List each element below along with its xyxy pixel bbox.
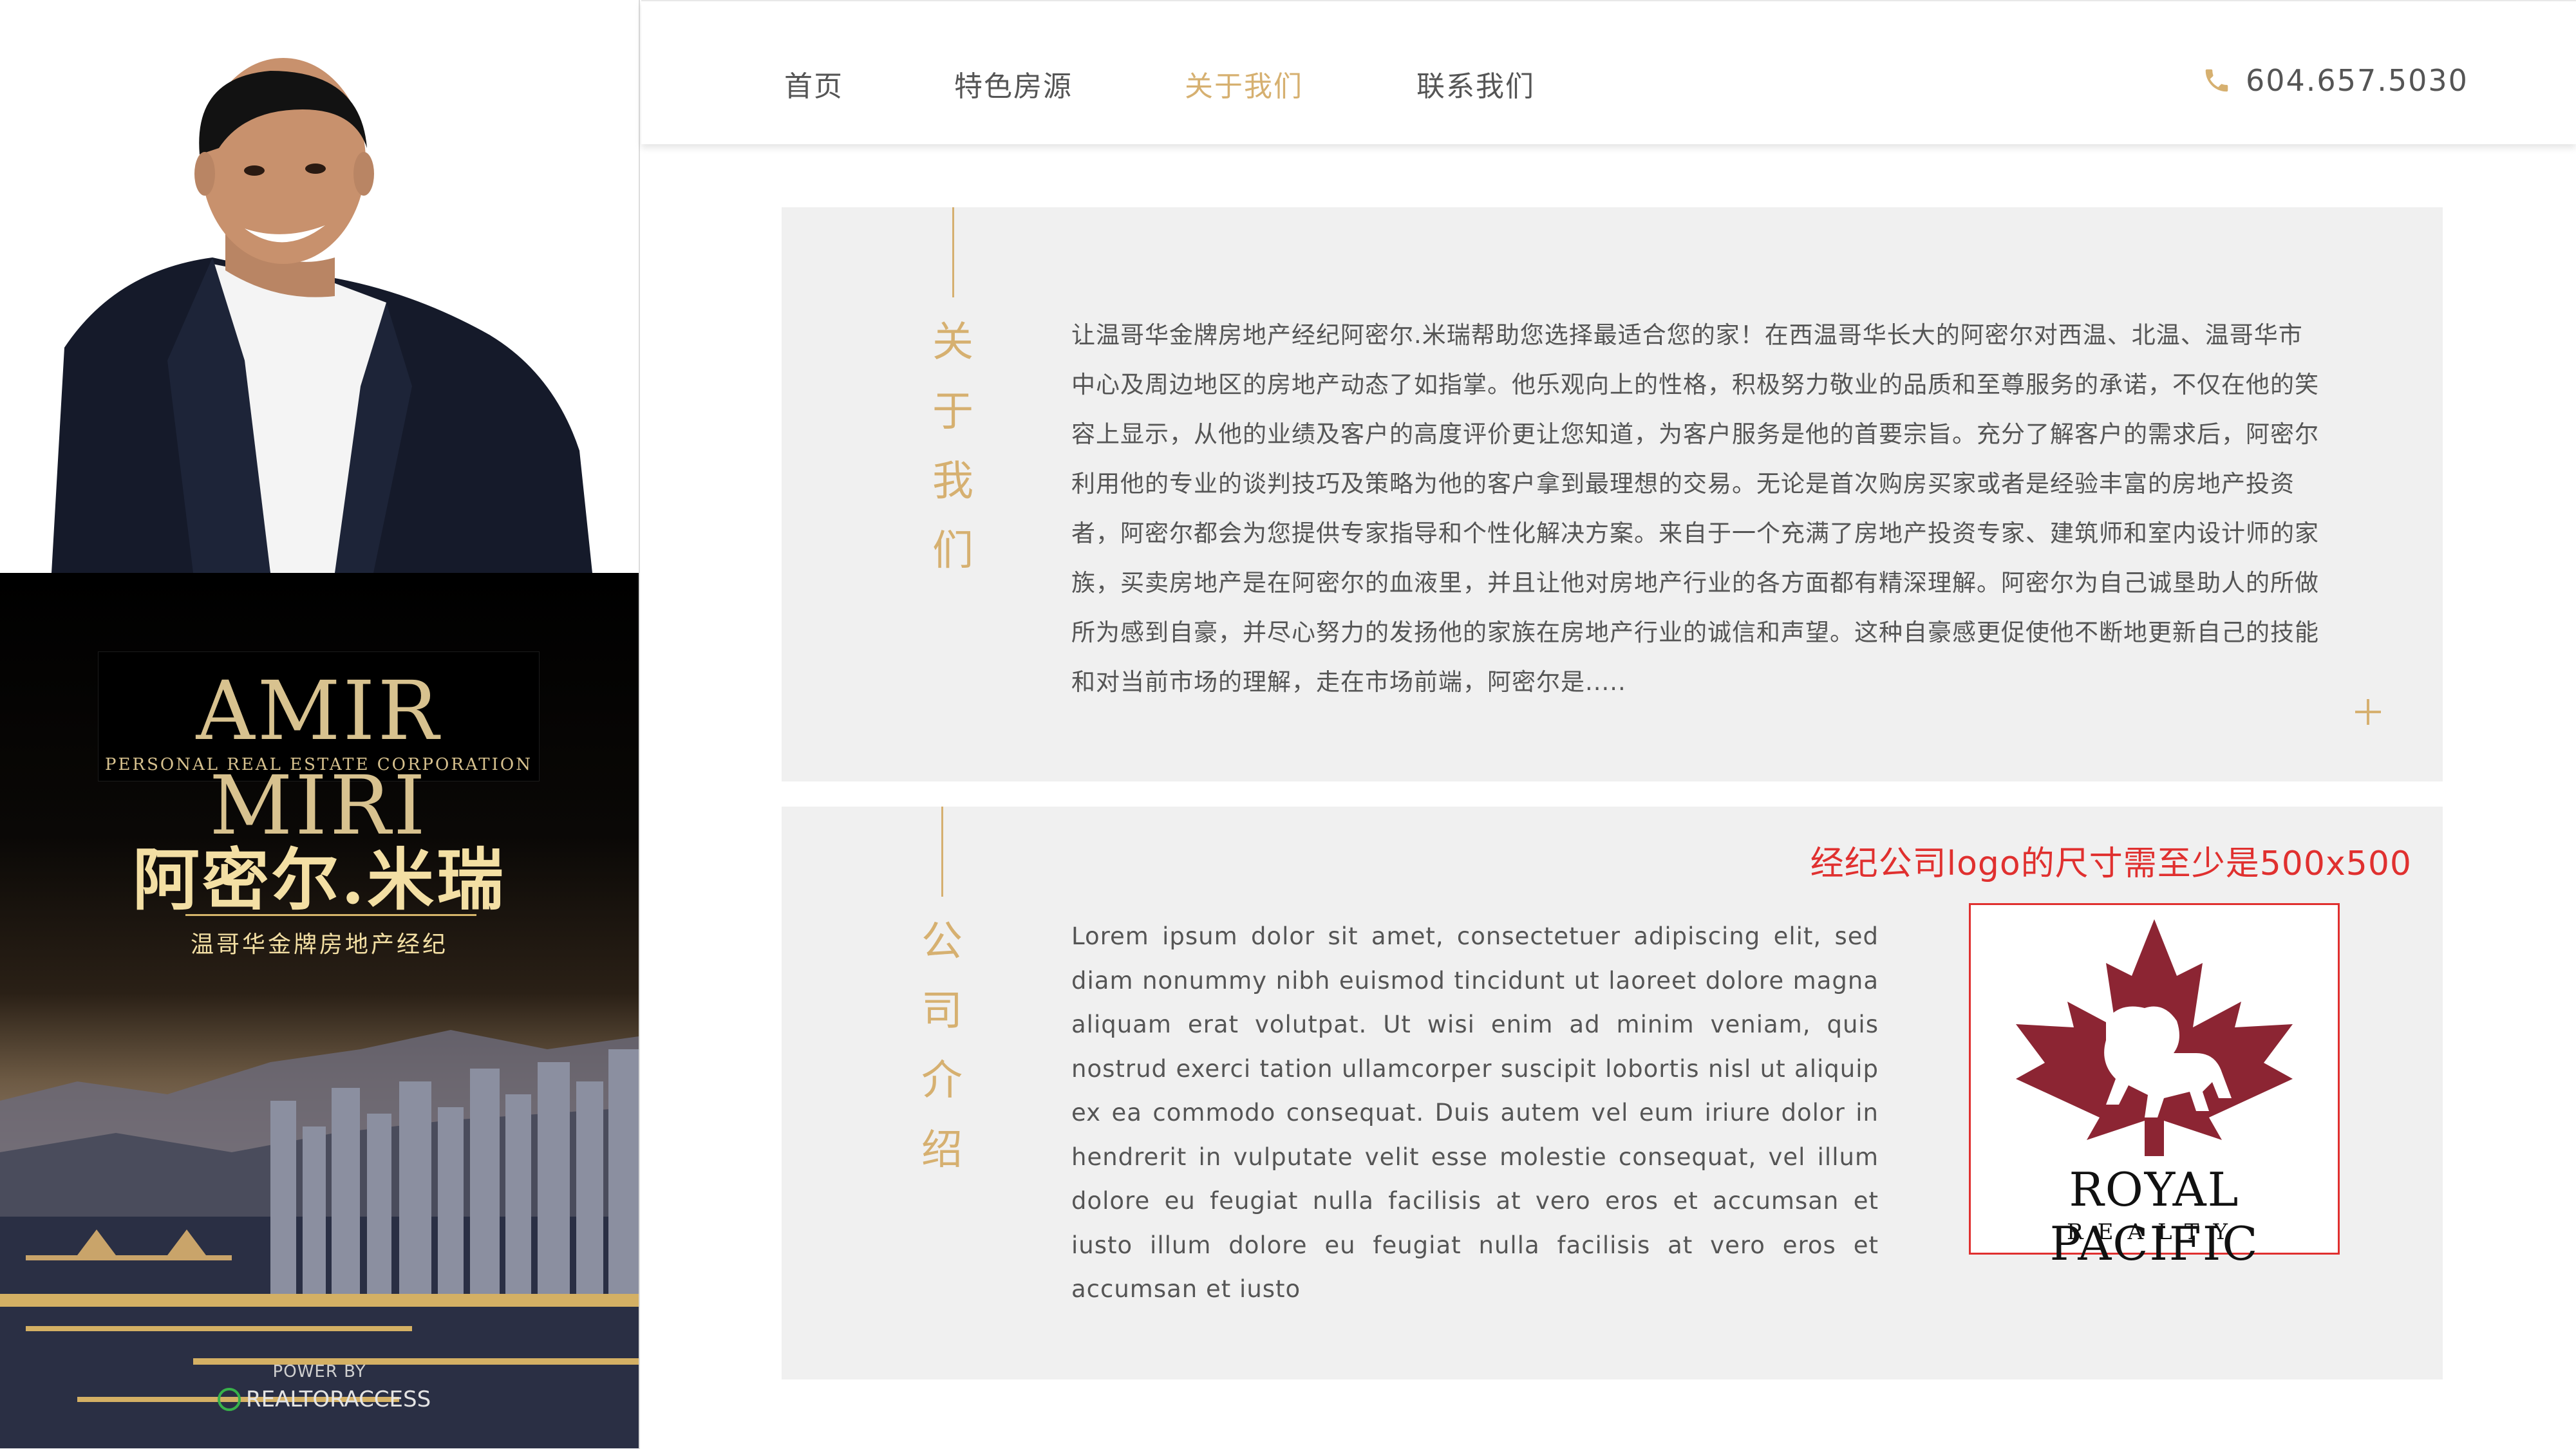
realtoraccess-link[interactable]: REALTORACCESS: [218, 1387, 431, 1412]
agent-portrait-image: [52, 58, 592, 573]
plus-icon[interactable]: [2355, 699, 2381, 725]
agent-logo: AMIR MIRI PERSONAL REAL ESTATE CORPORATI…: [98, 651, 540, 853]
company-title-line: [941, 807, 943, 897]
agent-name: 阿密尔.米瑞: [132, 840, 507, 919]
logo-size-note: 经纪公司logo的尺寸需至少是500x500: [1810, 845, 2412, 883]
phone-number[interactable]: 604.657.5030: [2202, 63, 2468, 98]
about-title-char: 我: [932, 458, 973, 505]
logo-subtitle: PERSONAL REAL ESTATE CORPORATION: [105, 755, 532, 774]
company-title-char: 介: [921, 1057, 963, 1105]
company-intro-section: 公 司 介 绍 Lorem ipsum dolor sit amet, cons…: [782, 807, 2443, 1379]
nav-featured-listings[interactable]: 特色房源: [954, 63, 1073, 104]
about-body-text: 让温哥华金牌房地产经纪阿密尔.米瑞帮助您选择最适合您的家！在西温哥华长大的阿密尔…: [1071, 321, 2319, 696]
company-title: 公 司 介 绍: [916, 907, 968, 1185]
brokerage-logo-sub: REALTY: [2067, 1219, 2242, 1245]
about-title-char: 关: [932, 319, 973, 366]
company-body-text: Lorem ipsum dolor sit amet, consectetuer…: [1071, 922, 1879, 1303]
about-title: 关 于 我 们: [927, 308, 979, 586]
about-title-char: 于: [932, 388, 973, 436]
realtoraccess-label: REALTORACCESS: [246, 1387, 431, 1412]
maple-leaf-lion-icon: [2016, 919, 2293, 1156]
brokerage-logo: ROYAL PACIFIC REALTY: [1969, 903, 2340, 1271]
top-navigation: 首页 特色房源 关于我们 联系我们 604.657.5030: [641, 0, 2576, 144]
profile-sidebar: AMIR MIRI PERSONAL REAL ESTATE CORPORATI…: [0, 0, 639, 1449]
about-title-line: [952, 207, 954, 297]
company-title-char: 绍: [921, 1126, 963, 1174]
agent-photo: [0, 0, 639, 573]
phone-number-label: 604.657.5030: [2246, 63, 2468, 98]
agent-title: 温哥华金牌房地产经纪: [190, 931, 448, 958]
agent-brand-panel: AMIR MIRI PERSONAL REAL ESTATE CORPORATI…: [0, 573, 639, 1448]
agent-name-divider: [185, 914, 476, 916]
brokerage-logo-name: ROYAL PACIFIC: [2049, 1163, 2259, 1271]
nav-home[interactable]: 首页: [784, 63, 843, 104]
phone-icon: [2205, 69, 2228, 92]
company-title-char: 司: [921, 987, 963, 1035]
about-title-char: 们: [932, 527, 973, 575]
nav-about-us[interactable]: 关于我们: [1185, 63, 1303, 104]
company-title-char: 公: [921, 918, 963, 966]
nav-contact-us[interactable]: 联系我们: [1416, 63, 1535, 104]
sidebar-divider: [639, 0, 640, 1449]
realtoraccess-icon: [218, 1388, 241, 1411]
about-us-section: 关 于 我 们 让温哥华金牌房地产经纪阿密尔.米瑞帮助您选择最适合您的家！在西温…: [782, 207, 2443, 781]
power-by-label: POWER BY: [272, 1362, 366, 1381]
